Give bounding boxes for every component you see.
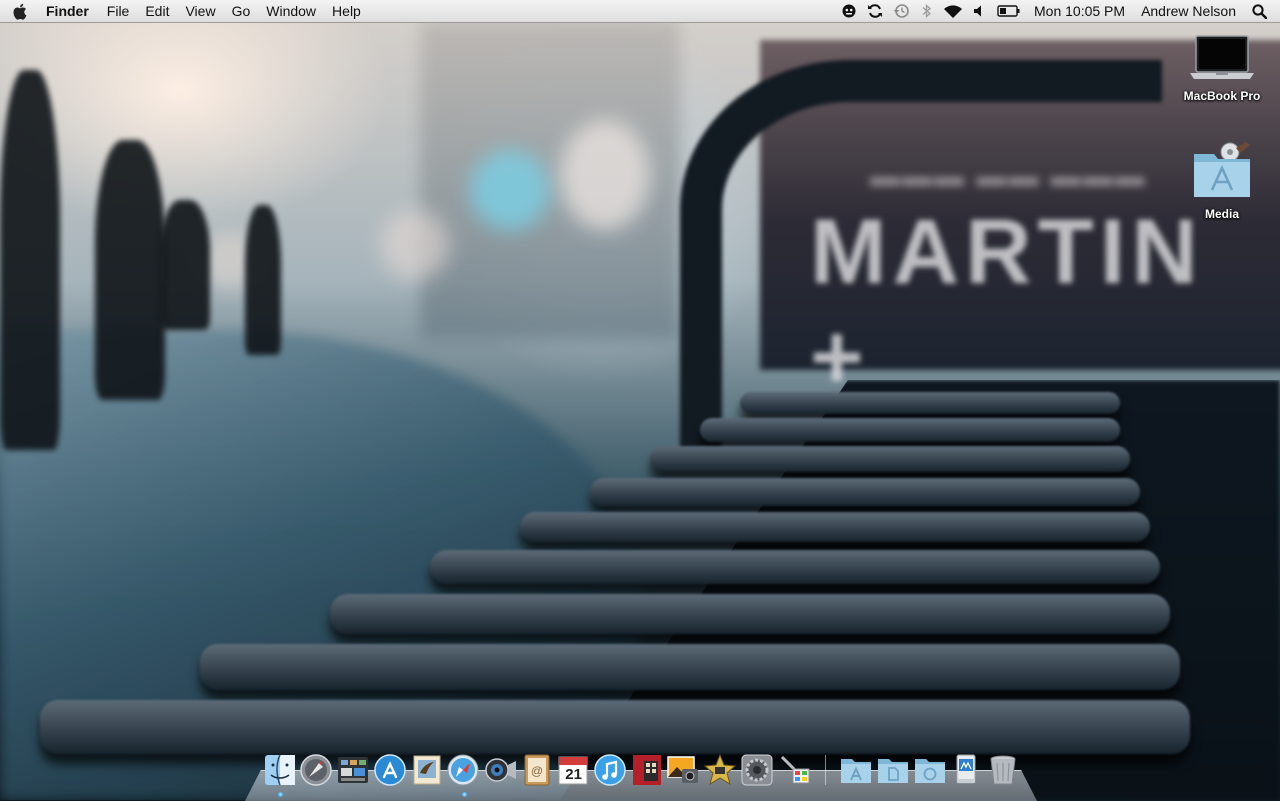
- dock-stack-applications[interactable]: [838, 752, 873, 788]
- menu-app-finder[interactable]: Finder: [38, 0, 99, 22]
- dock-stack-network-share[interactable]: [949, 752, 984, 788]
- wallpaper-bokeh: [560, 120, 650, 230]
- network-drive-icon: [956, 754, 976, 784]
- address-book-icon: @: [524, 754, 550, 786]
- dock-item-boot-camp[interactable]: [776, 752, 811, 788]
- menu-go[interactable]: Go: [224, 0, 259, 22]
- menu-bar: Finder File Edit View Go Window Help Mon…: [0, 0, 1280, 23]
- wallpaper-bench-slat: [590, 478, 1140, 506]
- wallpaper-bench-slat: [430, 550, 1160, 584]
- bluetooth-icon[interactable]: [914, 0, 940, 22]
- wallpaper-bench-slat: [520, 512, 1150, 542]
- photo-booth-icon: [632, 755, 661, 785]
- menu-window[interactable]: Window: [258, 0, 324, 22]
- dock-item-facetime[interactable]: [482, 752, 517, 788]
- desktop-icon-label: MacBook Pro: [1183, 89, 1261, 103]
- battery-icon[interactable]: [992, 0, 1026, 22]
- trash-icon: [990, 755, 1016, 785]
- iphoto-icon: [667, 756, 699, 783]
- spotlight-search-icon[interactable]: [1244, 0, 1274, 22]
- user-switch-icon[interactable]: [836, 0, 862, 22]
- wallpaper-pedestrian: [0, 70, 60, 450]
- wallpaper-bokeh: [470, 150, 550, 230]
- dock-item-safari[interactable]: [446, 752, 481, 797]
- calendar-day: 21: [565, 766, 582, 783]
- dock: @ 21: [262, 748, 1022, 797]
- dock-separator: [821, 752, 831, 788]
- itunes-icon: [594, 754, 626, 786]
- menu-view[interactable]: View: [177, 0, 223, 22]
- dock-item-mission-control[interactable]: [335, 752, 370, 788]
- dock-item-app-store[interactable]: [372, 752, 407, 788]
- running-indicator: [461, 792, 467, 797]
- wallpaper-pedestrian: [95, 140, 165, 400]
- dock-item-iphoto[interactable]: [666, 752, 701, 788]
- menu-clock[interactable]: Mon 10:05 PM: [1026, 0, 1133, 22]
- dock-stack-trash[interactable]: [985, 752, 1020, 788]
- wallpaper-bench-slat: [700, 418, 1120, 442]
- wallpaper-bokeh: [380, 210, 450, 280]
- system-preferences-icon: [741, 754, 773, 786]
- downloads-folder-icon: [914, 759, 945, 783]
- wallpaper-bench-slat: [200, 644, 1180, 690]
- desktop-icon-media[interactable]: Media: [1172, 142, 1272, 223]
- svg-text:@: @: [531, 764, 543, 778]
- boot-camp-icon: [780, 755, 810, 784]
- dock-item-address-book[interactable]: @: [519, 752, 554, 788]
- desktop-icon-label: Media: [1204, 207, 1239, 221]
- menu-extras: Mon 10:05 PM Andrew Nelson: [836, 0, 1280, 22]
- menu-help[interactable]: Help: [324, 0, 369, 22]
- facetime-icon: [485, 758, 516, 782]
- wifi-icon[interactable]: [940, 0, 966, 22]
- dock-item-launchpad[interactable]: [299, 752, 334, 788]
- finder-icon: [264, 754, 295, 786]
- dock-item-photo-booth[interactable]: [629, 752, 664, 788]
- dock-item-finder[interactable]: [262, 752, 297, 797]
- wallpaper-bench-slat: [40, 700, 1190, 754]
- dock-stack-documents[interactable]: [875, 752, 910, 788]
- dock-item-itunes[interactable]: [592, 752, 627, 788]
- media-folder-icon: [1172, 142, 1272, 205]
- applications-folder-icon: [841, 759, 872, 783]
- volume-icon[interactable]: [966, 0, 992, 22]
- apple-menu-icon[interactable]: [0, 0, 38, 22]
- safari-icon: [447, 754, 479, 786]
- dock-item-imovie[interactable]: [702, 752, 737, 788]
- mission-control-icon: [338, 757, 369, 783]
- launchpad-icon: [300, 754, 333, 786]
- imovie-icon: [703, 753, 737, 786]
- menu-edit[interactable]: Edit: [137, 0, 177, 22]
- wallpaper-pedestrian: [160, 200, 210, 330]
- app-store-icon: [374, 754, 406, 786]
- wallpaper-bench-slat: [650, 446, 1130, 472]
- menu-bar-left: Finder File Edit View Go Window Help: [0, 0, 369, 22]
- desktop-wallpaper: ▬▬▬ ▬▬ ▬▬▬ MARTIN +: [0, 0, 1280, 800]
- desktop-icon-macbook-pro[interactable]: MacBook Pro: [1172, 32, 1272, 105]
- dock-item-mail[interactable]: [409, 752, 444, 788]
- laptop-icon: [1172, 32, 1272, 87]
- dock-item-system-preferences[interactable]: [739, 752, 774, 788]
- wallpaper-pedestrian: [245, 205, 281, 355]
- wallpaper-bench-slat: [740, 392, 1120, 414]
- menu-user-name[interactable]: Andrew Nelson: [1133, 0, 1244, 22]
- mail-icon: [413, 755, 441, 785]
- dock-stack-downloads[interactable]: [912, 752, 947, 788]
- wallpaper-bench-slat: [330, 594, 1170, 634]
- dock-item-ical[interactable]: 21: [556, 752, 591, 788]
- menu-file[interactable]: File: [99, 0, 138, 22]
- running-indicator: [278, 792, 283, 797]
- time-machine-icon[interactable]: [888, 0, 914, 22]
- sync-icon[interactable]: [862, 0, 888, 22]
- documents-folder-icon: [877, 759, 908, 783]
